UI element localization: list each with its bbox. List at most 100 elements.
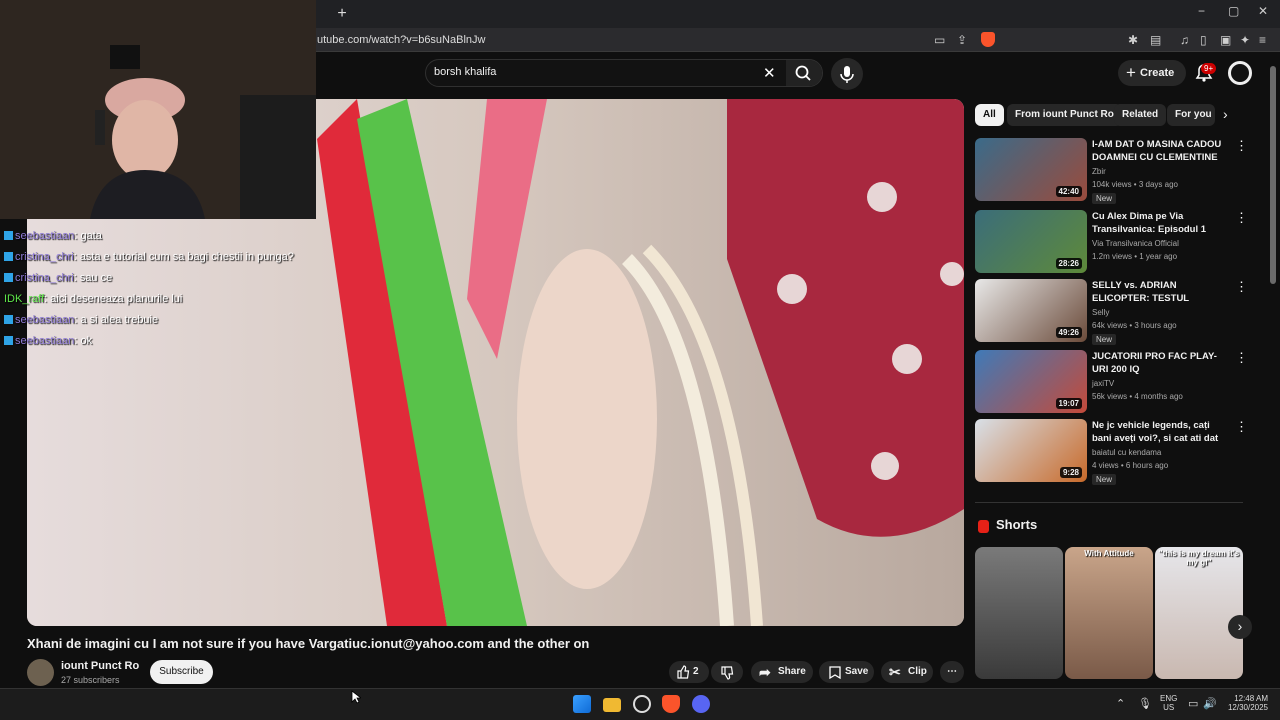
recommendation-channel[interactable]: Via Transilvanica Official: [1092, 239, 1179, 248]
media-icon[interactable]: ♫: [1180, 33, 1189, 47]
dislike-button[interactable]: [711, 661, 743, 683]
clock[interactable]: 12:48 AM 12/30/2025: [1222, 694, 1268, 712]
stream-chat-overlay: seebastiaan: gata cristina_chri: asta e …: [4, 226, 314, 352]
search-query[interactable]: borsh khalifa: [434, 66, 496, 78]
duration-badge: 42:40: [1055, 186, 1082, 197]
recommendation-channel[interactable]: Zbir: [1092, 167, 1106, 176]
more-options-icon[interactable]: ⋮: [1235, 210, 1248, 226]
account-avatar[interactable]: [1228, 61, 1252, 85]
clear-search-icon[interactable]: ✕: [763, 64, 776, 82]
video-thumbnail[interactable]: 42:40: [975, 138, 1087, 201]
video-thumbnail[interactable]: 19:07: [975, 350, 1087, 413]
short-thumbnail[interactable]: With Attitude: [1065, 547, 1153, 679]
brave-browser-icon[interactable]: [662, 695, 680, 713]
recommendation-channel[interactable]: baiatul cu kendama: [1092, 448, 1161, 457]
recommendation-item[interactable]: 19:07 JUCATORII PRO FAC PLAY-URI 200 IQ ja…: [975, 350, 1248, 414]
chevron-right-icon[interactable]: ›: [1223, 106, 1228, 122]
scrollbar[interactable]: [1270, 66, 1276, 284]
share-icon: ➦: [759, 664, 771, 680]
start-button[interactable]: [573, 695, 591, 713]
more-icon: ⋯: [947, 666, 957, 677]
chip-all[interactable]: All: [975, 104, 1004, 126]
voice-search-button[interactable]: [831, 58, 863, 90]
more-options-icon[interactable]: ⋮: [1235, 350, 1248, 366]
clip-button[interactable]: ✂ Clip: [881, 661, 933, 683]
share-page-icon[interactable]: ⇪: [957, 33, 967, 47]
plus-icon: +: [1126, 63, 1136, 82]
recommendation-title[interactable]: Ne jc vehicle legends, cați bani aveți v…: [1092, 419, 1227, 445]
duration-badge: 28:26: [1055, 258, 1082, 269]
more-actions-button[interactable]: ⋯: [940, 661, 964, 683]
video-thumbnail[interactable]: 9:28: [975, 419, 1087, 482]
recommendation-item[interactable]: 42:40 I-AM DAT O MASINA CADOU DOAMNEI CU …: [975, 138, 1248, 204]
save-button[interactable]: Save: [819, 661, 874, 683]
url-text[interactable]: utube.com/watch?v=b6suNaBlnJw: [317, 34, 485, 46]
more-options-icon[interactable]: ⋮: [1235, 138, 1248, 154]
recommendation-title[interactable]: SELLY vs. ADRIAN ELICOPTER: TESTUL POLIG…: [1092, 279, 1227, 305]
channel-avatar[interactable]: [27, 659, 54, 686]
language-indicator[interactable]: ENG US: [1160, 694, 1177, 712]
badge-icon: [4, 231, 13, 240]
more-options-icon[interactable]: ⋮: [1235, 279, 1248, 295]
sidebar-icon[interactable]: ▯: [1200, 33, 1207, 47]
tab-search-icon[interactable]: ▤: [1150, 33, 1161, 47]
brave-shields-icon[interactable]: [981, 32, 995, 47]
like-button[interactable]: 2: [669, 661, 709, 683]
chat-message: cristina_chri: sau ce: [4, 268, 314, 289]
shorts-next-button[interactable]: ›: [1228, 615, 1252, 639]
short-caption: With Attitude: [1084, 549, 1134, 558]
subscribe-button[interactable]: Subscribe: [150, 660, 213, 684]
maximize-button[interactable]: ▢: [1228, 4, 1239, 18]
chat-message: IDK_raff: aici deseneaza planurile lui: [4, 293, 183, 305]
close-window-button[interactable]: ✕: [1258, 4, 1268, 18]
leo-ai-icon[interactable]: ✦: [1240, 33, 1250, 47]
video-thumbnail[interactable]: 49:26: [975, 279, 1087, 342]
recommendation-title[interactable]: I-AM DAT O MASINA CADOU DOAMNEI CU CLEME…: [1092, 138, 1227, 164]
discord-icon[interactable]: [692, 695, 710, 713]
chip-related[interactable]: Related: [1114, 104, 1167, 126]
recommendation-item[interactable]: 28:26 Cu Alex Dima pe Via Transilvanica: …: [975, 210, 1248, 274]
search-icon: [795, 65, 811, 81]
minimize-button[interactable]: −: [1198, 4, 1205, 18]
more-options-icon[interactable]: ⋮: [1235, 419, 1248, 435]
recommendation-title[interactable]: Cu Alex Dima pe Via Transilvanica: Episo…: [1092, 210, 1227, 236]
recommendation-item[interactable]: 49:26 SELLY vs. ADRIAN ELICOPTER: TESTUL …: [975, 279, 1248, 345]
badge-icon: [4, 336, 13, 345]
short-thumbnail[interactable]: [975, 547, 1063, 679]
recommendation-channel[interactable]: jaxiTV: [1092, 379, 1114, 388]
duration-badge: 49:26: [1055, 327, 1082, 338]
video-thumbnail[interactable]: 28:26: [975, 210, 1087, 273]
create-button[interactable]: + Create: [1118, 60, 1186, 86]
channel-name[interactable]: iount Punct Ro: [61, 660, 139, 672]
network-icon[interactable]: ▭: [1188, 697, 1198, 710]
microphone-tray-icon[interactable]: 🎙: [1138, 697, 1152, 710]
chevron-up-icon[interactable]: ⌃: [1116, 697, 1125, 710]
recommendation-channel[interactable]: Selly: [1092, 308, 1109, 317]
menu-icon[interactable]: ≡: [1259, 33, 1266, 47]
new-tab-button[interactable]: +: [333, 5, 351, 23]
recommendation-meta: 104k views • 3 days ago: [1092, 180, 1178, 189]
volume-icon[interactable]: 🔊: [1203, 697, 1217, 710]
short-caption: "this is my dream it's my gf": [1158, 549, 1240, 567]
app-icon[interactable]: [633, 695, 651, 713]
video-title: Xhani de imagini cu I am not sure if you…: [27, 636, 590, 651]
scissors-icon: ✂: [889, 664, 901, 680]
shorts-logo-icon: [978, 520, 989, 533]
badge-icon: [4, 273, 13, 282]
new-badge: New: [1092, 193, 1117, 204]
shorts-heading: Shorts: [996, 517, 1038, 532]
chip-from-channel[interactable]: From iount Punct Ro: [1007, 104, 1122, 126]
cast-icon[interactable]: ▭: [934, 33, 945, 47]
chat-message: seebastiaan: a si alea trebuie: [4, 310, 314, 331]
share-button[interactable]: ➦ Share: [751, 661, 813, 683]
recommendation-title[interactable]: JUCATORII PRO FAC PLAY-URI 200 IQ: [1092, 350, 1227, 376]
search-button[interactable]: [786, 60, 822, 86]
mouse-cursor-icon: [351, 690, 361, 704]
chip-for-you[interactable]: For you: [1167, 104, 1215, 126]
divider: [975, 502, 1243, 503]
wallet-icon[interactable]: ▣: [1220, 33, 1231, 47]
file-explorer-icon[interactable]: [603, 698, 621, 712]
short-thumbnail[interactable]: "this is my dream it's my gf": [1155, 547, 1243, 679]
extensions-icon[interactable]: ✱: [1128, 33, 1138, 47]
recommendation-item[interactable]: 9:28 Ne jc vehicle legends, cați bani ave…: [975, 419, 1248, 485]
